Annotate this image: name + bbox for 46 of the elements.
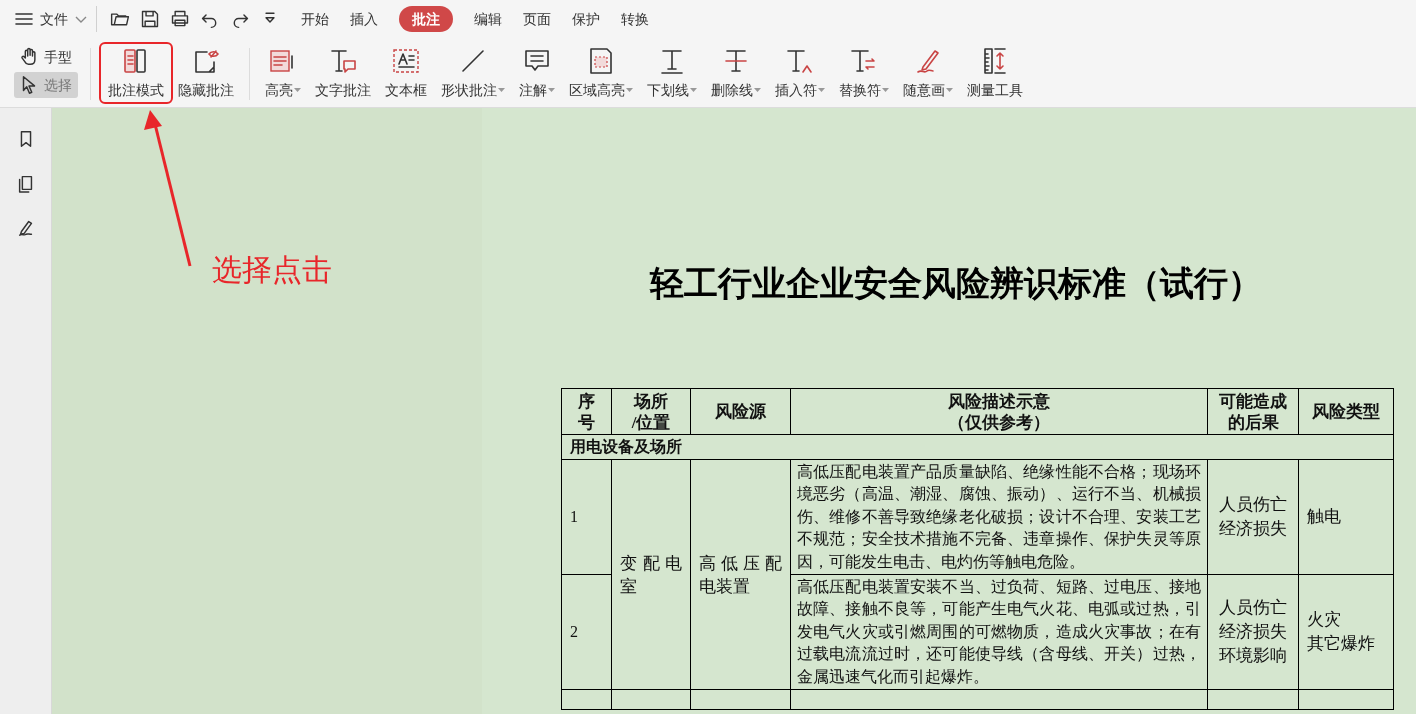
annotation-tool-button[interactable]: 删除线 bbox=[704, 44, 768, 102]
annotation-tool-button[interactable]: 随意画 bbox=[896, 44, 960, 102]
annotation-tool-button[interactable]: 批注模式 bbox=[101, 44, 171, 102]
table-cell: 2 bbox=[561, 574, 612, 690]
ribbon-tab[interactable]: 转换 bbox=[621, 6, 649, 32]
table-cell: 高低压配电装置 bbox=[690, 459, 791, 690]
ribbon-tab[interactable]: 编辑 bbox=[474, 6, 502, 32]
ribbon-tab[interactable]: 保护 bbox=[572, 6, 600, 32]
annotation-tool-button[interactable]: 文字批注 bbox=[308, 44, 378, 102]
menu-icon bbox=[14, 11, 34, 27]
ribbon-tab[interactable]: 开始 bbox=[301, 6, 329, 32]
table-cell: 高低压配电装置产品质量缺陷、绝缘性能不合格；现场环境恶劣（高温、潮湿、腐蚀、振动）、运行不当、机械损伤、维修不善导致绝缘老化破损；设计不合理、安装工艺不规范；安全技术措施不完备、违章操作、保护失灵等原因，可能发生电击、电灼伤等触电危险。 bbox=[790, 459, 1208, 575]
table-cell: 1 bbox=[561, 459, 612, 575]
table-cell: 变配电室 bbox=[611, 459, 691, 690]
column-header: 序 号 bbox=[561, 388, 612, 435]
column-header: 场所 /位置 bbox=[611, 388, 691, 435]
annotation-tool-button[interactable]: 区域高亮 bbox=[562, 44, 640, 102]
table-cell: 人员伤亡 经济损失 环境影响 bbox=[1207, 574, 1299, 690]
hand-tool-button[interactable]: 手型 bbox=[14, 44, 78, 70]
annotation-tool-button[interactable]: 替换符 bbox=[832, 44, 896, 102]
document-title: 轻工行业企业安全风险辨识标准（试行） bbox=[650, 264, 1262, 304]
ribbon-tab[interactable]: 页面 bbox=[523, 6, 551, 32]
annotation-tool-button[interactable]: 插入符 bbox=[768, 44, 832, 102]
table-cell: 触电 bbox=[1298, 459, 1394, 575]
annotation-tool-button[interactable]: 测量工具 bbox=[960, 44, 1030, 102]
table-cell: 人员伤亡 经济损失 bbox=[1207, 459, 1299, 575]
column-header: 风险描述示意 （仅供参考） bbox=[790, 388, 1208, 435]
chevron-down-icon bbox=[74, 14, 88, 24]
ribbon-tab[interactable]: 插入 bbox=[350, 6, 378, 32]
table-cell: 火灾 其它爆炸 bbox=[1298, 574, 1394, 690]
text-box-icon bbox=[391, 46, 421, 76]
annotation-tool-button[interactable]: 隐藏批注 bbox=[171, 44, 241, 102]
annotation-tool-button[interactable]: 高亮 bbox=[258, 44, 308, 102]
annotation-tool-button[interactable]: 形状批注 bbox=[434, 44, 512, 102]
column-header: 风险源 bbox=[690, 388, 791, 435]
ribbon-tab[interactable]: 批注 bbox=[399, 6, 453, 32]
annotation-tool-button[interactable]: 下划线 bbox=[640, 44, 704, 102]
table-cell: 高低压配电装置安装不当、过负荷、短路、过电压、接地故障、接触不良等，可能产生电气火花、电弧或过热，引发电气火灾或引燃周围的可燃物质，造成火灾事故；在有过载电流流过时，还可能使导线（含母线、开关）过热，金属迅速气化而引起爆炸。 bbox=[790, 574, 1208, 690]
file-menu[interactable]: 文件 bbox=[14, 5, 88, 33]
annotation-tool-button[interactable]: 注解 bbox=[512, 44, 562, 102]
annotation-text: 选择点击 bbox=[212, 252, 332, 288]
save-icon[interactable] bbox=[139, 8, 161, 30]
annotation-tool-button[interactable]: 文本框 bbox=[378, 44, 434, 102]
section-title: 用电设备及场所 bbox=[561, 434, 1394, 460]
column-header: 可能造成 的后果 bbox=[1207, 388, 1299, 435]
column-header: 风险类型 bbox=[1298, 388, 1394, 435]
